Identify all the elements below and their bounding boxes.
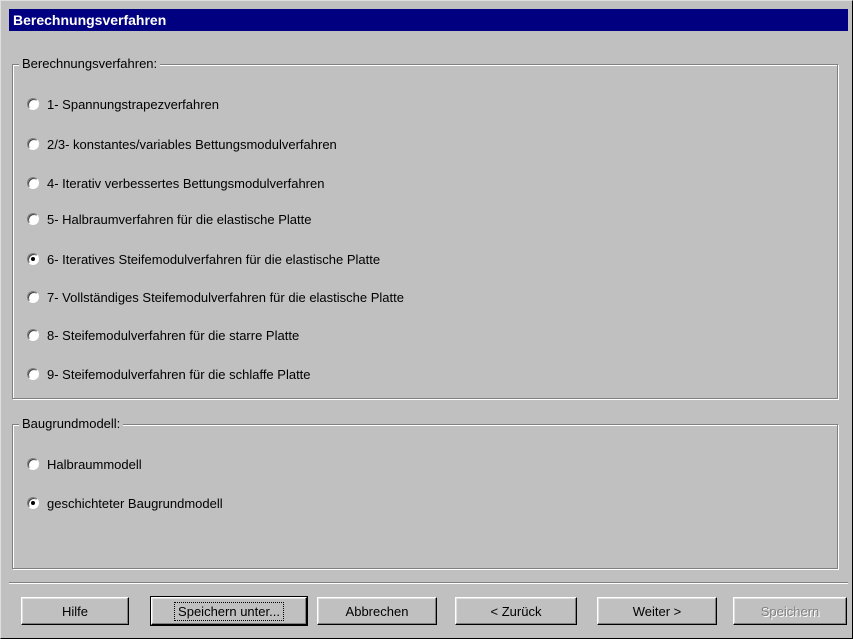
help-button[interactable]: Hilfe <box>21 597 129 625</box>
radio-icon[interactable] <box>27 458 39 470</box>
save-button: Speichern <box>733 597 847 625</box>
soil-option-label: Halbraummodell <box>47 456 142 472</box>
next-button[interactable]: Weiter > <box>597 597 717 625</box>
soil-option-layered[interactable]: geschichteter Baugrundmodell <box>27 494 223 512</box>
method-option-1[interactable]: 1- Spannungstrapezverfahren <box>27 95 219 113</box>
method-option-label: 2/3- konstantes/variables Bettungsmodulv… <box>47 136 337 152</box>
method-option-8[interactable]: 8- Steifemodulverfahren für die starre P… <box>27 326 299 344</box>
back-button-label: < Zurück <box>490 603 542 619</box>
radio-icon[interactable] <box>27 177 39 189</box>
separator <box>9 582 848 584</box>
radio-icon[interactable] <box>27 291 39 303</box>
method-option-label: 1- Spannungstrapezverfahren <box>47 96 220 112</box>
cancel-button-label: Abbrechen <box>345 603 409 619</box>
radio-icon[interactable] <box>27 98 39 110</box>
soil-option-label: geschichteter Baugrundmodell <box>47 495 223 511</box>
method-option-label: 9- Steifemodulverfahren für die schlaffe… <box>47 366 311 382</box>
radio-icon[interactable] <box>27 368 39 380</box>
radio-icon[interactable] <box>27 253 39 265</box>
save-as-button-label: Speichern unter... <box>174 601 284 621</box>
radio-icon[interactable] <box>27 329 39 341</box>
method-option-6[interactable]: 6- Iteratives Steifemodulverfahren für d… <box>27 250 380 268</box>
dialog-window: Berechnungsverfahren Berechnungsverfahre… <box>0 0 853 639</box>
next-button-label: Weiter > <box>632 603 682 619</box>
radio-icon[interactable] <box>27 138 39 150</box>
method-group-label: Berechnungsverfahren: <box>19 56 161 72</box>
cancel-button[interactable]: Abbrechen <box>317 597 437 625</box>
method-option-5[interactable]: 5- Halbraumverfahren für die elastische … <box>27 210 311 228</box>
method-option-7[interactable]: 7- Vollständiges Steifemodulverfahren fü… <box>27 288 404 306</box>
method-option-label: 7- Vollständiges Steifemodulverfahren fü… <box>47 289 404 305</box>
save-as-button[interactable]: Speichern unter... <box>150 596 308 626</box>
back-button[interactable]: < Zurück <box>455 597 577 625</box>
soil-model-group-label: Baugrundmodell: <box>19 416 124 432</box>
method-option-2-3[interactable]: 2/3- konstantes/variables Bettungsmodulv… <box>27 135 337 153</box>
method-option-label: 6- Iteratives Steifemodulverfahren für d… <box>47 251 381 267</box>
method-option-label: 5- Halbraumverfahren für die elastische … <box>47 211 312 227</box>
method-option-label: 8- Steifemodulverfahren für die starre P… <box>47 327 300 343</box>
save-button-label: Speichern <box>760 603 820 619</box>
method-option-9[interactable]: 9- Steifemodulverfahren für die schlaffe… <box>27 365 311 383</box>
title-bar: Berechnungsverfahren <box>9 9 848 31</box>
radio-icon[interactable] <box>27 213 39 225</box>
help-button-label: Hilfe <box>61 603 88 619</box>
soil-option-halfspace[interactable]: Halbraummodell <box>27 455 142 473</box>
method-group: Berechnungsverfahren: 1- Spannungstrapez… <box>12 56 838 399</box>
method-option-label: 4- Iterativ verbessertes Bettungsmodulve… <box>47 175 325 191</box>
radio-icon[interactable] <box>27 497 39 509</box>
soil-model-group: Baugrundmodell: Halbraummodell geschicht… <box>12 416 838 569</box>
method-option-4[interactable]: 4- Iterativ verbessertes Bettungsmodulve… <box>27 174 324 192</box>
